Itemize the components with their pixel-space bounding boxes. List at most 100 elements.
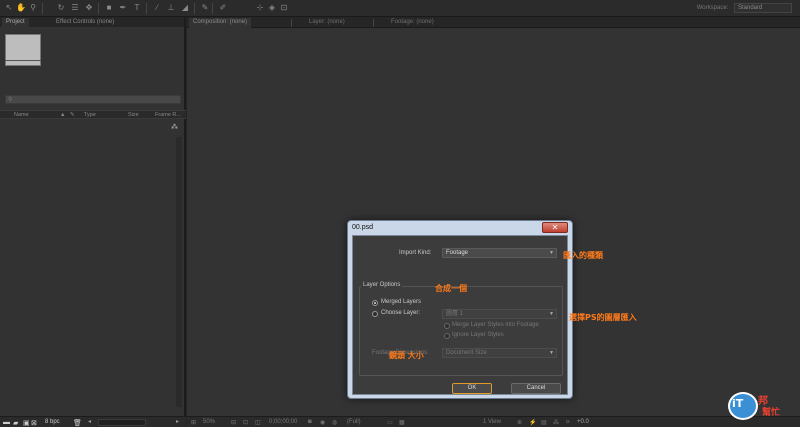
eraser-tool-icon[interactable]: ◢ xyxy=(180,3,190,13)
local-axis-icon[interactable]: ⊹ xyxy=(255,3,265,13)
project-search-input[interactable]: ⚲ xyxy=(5,95,181,104)
merge-styles-radio[interactable] xyxy=(444,323,450,329)
viewer-tabs: Composition: (none) Layer: (none) Footag… xyxy=(187,17,800,28)
tab-composition[interactable]: Composition: (none) xyxy=(189,18,252,28)
merge-styles-label[interactable]: Merge Layer Styles into Footage xyxy=(452,322,539,328)
watermark-it: iT xyxy=(732,397,744,410)
thumbnail-divider xyxy=(5,60,41,61)
import-kind-select[interactable]: Footage ▼ xyxy=(442,248,557,258)
timeline-icon[interactable]: ▤ xyxy=(541,419,547,426)
merged-layers-label[interactable]: Merged Layers xyxy=(381,299,421,305)
column-name[interactable]: Name xyxy=(14,112,29,118)
comp-flowchart-icon[interactable]: ⁂ xyxy=(553,419,559,426)
footage-thumbnail xyxy=(5,34,41,66)
world-axis-icon[interactable]: ◈ xyxy=(267,3,277,13)
merged-layers-radio[interactable] xyxy=(372,300,378,306)
watermark-help: 幫忙 xyxy=(762,408,781,418)
text-tool-icon[interactable]: T xyxy=(132,3,142,13)
workspace-select[interactable]: Standard xyxy=(734,3,792,13)
tools-toolbar: ↖ ✋ ⚲ ↻ ☰ ✥ ■ ✒ T ∕ ⊥ ◢ ✎ ✐ ⊹ ◈ ⊡ Worksp… xyxy=(0,0,800,17)
roto-brush-tool-icon[interactable]: ✎ xyxy=(200,3,210,13)
view-layout-select[interactable]: 1 View xyxy=(483,419,501,425)
exposure-icon[interactable]: ☼ xyxy=(565,419,571,425)
close-button[interactable]: ✕ xyxy=(542,222,568,233)
hand-tool-icon[interactable]: ✋ xyxy=(16,3,26,13)
toolbar-divider xyxy=(42,3,43,14)
new-folder-icon[interactable]: ▰ xyxy=(13,419,18,427)
choose-layer-radio[interactable] xyxy=(372,311,378,317)
label-tag-icon[interactable]: ✎ xyxy=(70,112,75,118)
tab-footage[interactable]: Footage: (none) xyxy=(387,18,438,28)
zoom-tool-icon[interactable]: ⚲ xyxy=(28,3,38,13)
column-size[interactable]: Size xyxy=(128,112,139,118)
choose-layer-value: 圖層 1 xyxy=(446,311,464,317)
always-preview-icon[interactable]: ⊞ xyxy=(191,419,196,426)
sort-arrow-icon[interactable]: ▲ xyxy=(60,112,65,118)
project-scrollbar[interactable] xyxy=(176,137,182,407)
view-axis-icon[interactable]: ⊡ xyxy=(279,3,289,13)
ignore-styles-label[interactable]: Ignore Layer Styles xyxy=(452,332,504,338)
cancel-button[interactable]: Cancel xyxy=(511,383,561,394)
transparency-grid-icon[interactable]: ▦ xyxy=(399,419,405,426)
tab-layer[interactable]: Layer: (none) xyxy=(305,18,349,28)
composition-footer: ⊞ 50% ⊟ ⊡ ◫ 0;00;00;00 ◙ ◉ ◍ (Full) ▭ ▦ … xyxy=(187,416,800,427)
ithelp-watermark-logo: iT 邦 幫忙 xyxy=(728,390,792,422)
region-of-interest-icon[interactable]: ▭ xyxy=(387,419,393,426)
layer-options-label: Layer Options xyxy=(361,282,403,288)
pen-tool-icon[interactable]: ✒ xyxy=(118,3,128,13)
trash-icon[interactable]: 🗑 xyxy=(73,419,82,427)
project-settings-icon[interactable]: ⊠ xyxy=(31,419,37,427)
import-dialog: 00.psd ✕ Import Kind: Footage ▼ Layer Op… xyxy=(347,220,573,399)
tab-effect-controls[interactable]: Effect Controls (none) xyxy=(52,18,118,27)
new-composition-icon[interactable]: ▣ xyxy=(23,419,30,427)
snapshot-icon[interactable]: ◙ xyxy=(308,419,312,425)
annotation-import-kind: 匯入的種類 xyxy=(563,251,603,260)
rotation-tool-icon[interactable]: ↻ xyxy=(56,3,66,13)
grid-icon[interactable]: ⊡ xyxy=(243,419,248,426)
footage-dimensions-select[interactable]: Document Size ▼ xyxy=(442,348,557,358)
resolution-select[interactable]: (Full) xyxy=(347,419,361,425)
chevron-down-icon: ▼ xyxy=(549,250,554,256)
camera-tool-icon[interactable]: ☰ xyxy=(70,3,80,13)
toolbar-divider xyxy=(98,3,99,14)
annotation-size: 鏡頭 大小 xyxy=(389,351,424,360)
choose-layer-label[interactable]: Choose Layer: xyxy=(381,310,420,316)
interpret-footage-icon[interactable]: ▬ xyxy=(3,419,10,426)
pixel-aspect-icon[interactable]: ⊕ xyxy=(517,419,522,426)
import-kind-value: Footage xyxy=(446,250,469,256)
zoom-select[interactable]: 50% xyxy=(203,419,215,425)
tab-divider xyxy=(373,19,374,27)
channel-icon[interactable]: ◍ xyxy=(332,419,337,426)
mask-visibility-icon[interactable]: ◫ xyxy=(255,419,261,426)
project-tabs: Project Effect Controls (none) xyxy=(0,17,184,27)
column-frame-rate[interactable]: Frame R... xyxy=(155,112,181,118)
scroll-left-icon[interactable]: ◂ xyxy=(88,418,91,425)
toolbar-divider xyxy=(194,3,195,14)
project-column-headers: Name ▲ ✎ Type Size Frame R... xyxy=(0,110,186,119)
timecode-display[interactable]: 0;00;00;00 xyxy=(269,419,297,425)
dialog-title: 00.psd xyxy=(352,224,374,231)
clone-stamp-tool-icon[interactable]: ⊥ xyxy=(166,3,176,13)
project-horizontal-scrollbar[interactable] xyxy=(98,419,146,426)
mask-tool-icon[interactable]: ■ xyxy=(104,3,114,13)
pan-behind-tool-icon[interactable]: ✥ xyxy=(84,3,94,13)
puppet-pin-tool-icon[interactable]: ✐ xyxy=(218,3,228,13)
exposure-value[interactable]: +0.0 xyxy=(577,419,589,425)
fast-previews-icon[interactable]: ⚡ xyxy=(529,419,536,426)
column-type[interactable]: Type xyxy=(84,112,96,118)
choose-layer-select[interactable]: 圖層 1 ▼ xyxy=(442,309,557,319)
ok-button[interactable]: OK xyxy=(452,383,492,394)
brush-tool-icon[interactable]: ∕ xyxy=(152,3,162,13)
color-depth-button[interactable]: 8 bpc xyxy=(45,419,60,425)
search-icon: ⚲ xyxy=(8,97,13,103)
annotation-choose-layer: 選擇PS的圖層匯入 xyxy=(569,313,637,322)
selection-tool-icon[interactable]: ↖ xyxy=(4,3,14,13)
scroll-right-icon[interactable]: ▸ xyxy=(176,418,179,425)
ignore-styles-radio[interactable] xyxy=(444,333,450,339)
flowchart-icon[interactable]: ⁂ xyxy=(171,123,178,131)
project-footer: ▬ ▰ ▣ ⊠ 8 bpc 🗑 ◂ ▸ xyxy=(0,416,186,427)
dialog-body: Import Kind: Footage ▼ Layer Options Mer… xyxy=(352,235,568,395)
show-snapshot-icon[interactable]: ◉ xyxy=(320,419,325,426)
safe-zones-icon[interactable]: ⊟ xyxy=(231,419,236,426)
tab-project[interactable]: Project xyxy=(2,18,29,27)
